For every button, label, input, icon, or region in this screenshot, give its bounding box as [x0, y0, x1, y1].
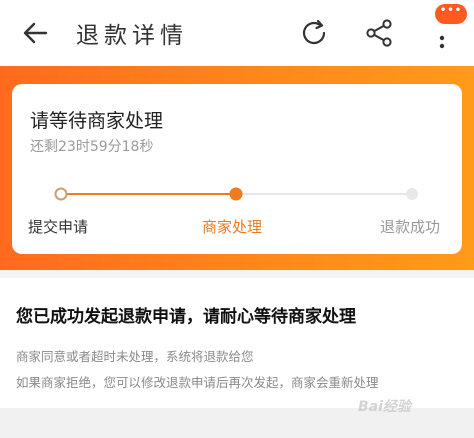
more-icon[interactable]: [430, 14, 458, 54]
step-label-submitted: 提交申请: [28, 218, 89, 236]
progress-track: [54, 187, 418, 201]
watermark-logo: Bai经验: [358, 399, 411, 415]
page-title: 退款详情: [76, 23, 188, 49]
info-line: 商家同意或者超时未处理，系统将退款给您: [16, 349, 254, 364]
step-label-merchant: 商家处理: [202, 218, 263, 236]
step-label-success: 退款成功: [380, 218, 441, 236]
top-bar: 退款详情 •••: [0, 0, 474, 66]
info-headline: 您已成功发起退款申请，请耐心等待商家处理: [16, 307, 356, 327]
step-dot-merchant: [229, 187, 243, 201]
share-icon[interactable]: [364, 18, 394, 48]
info-line: 如果商家拒绝，您可以修改退款申请后再次发起，商家会重新处理: [16, 375, 379, 390]
refresh-icon[interactable]: [298, 17, 330, 49]
step-dot-submitted: [54, 187, 68, 201]
back-arrow-icon[interactable]: [22, 19, 50, 47]
countdown-text: 还剩23时59分18秒: [30, 139, 154, 155]
refund-status-card: 请等待商家处理 还剩23时59分18秒 提交申请 商家处理 退款成功: [12, 84, 462, 254]
status-title: 请等待商家处理: [30, 110, 164, 132]
refund-info-section: 您已成功发起退款申请，请耐心等待商家处理 商家同意或者超时未处理，系统将退款给您…: [0, 278, 474, 408]
step-dot-success: [406, 188, 418, 200]
